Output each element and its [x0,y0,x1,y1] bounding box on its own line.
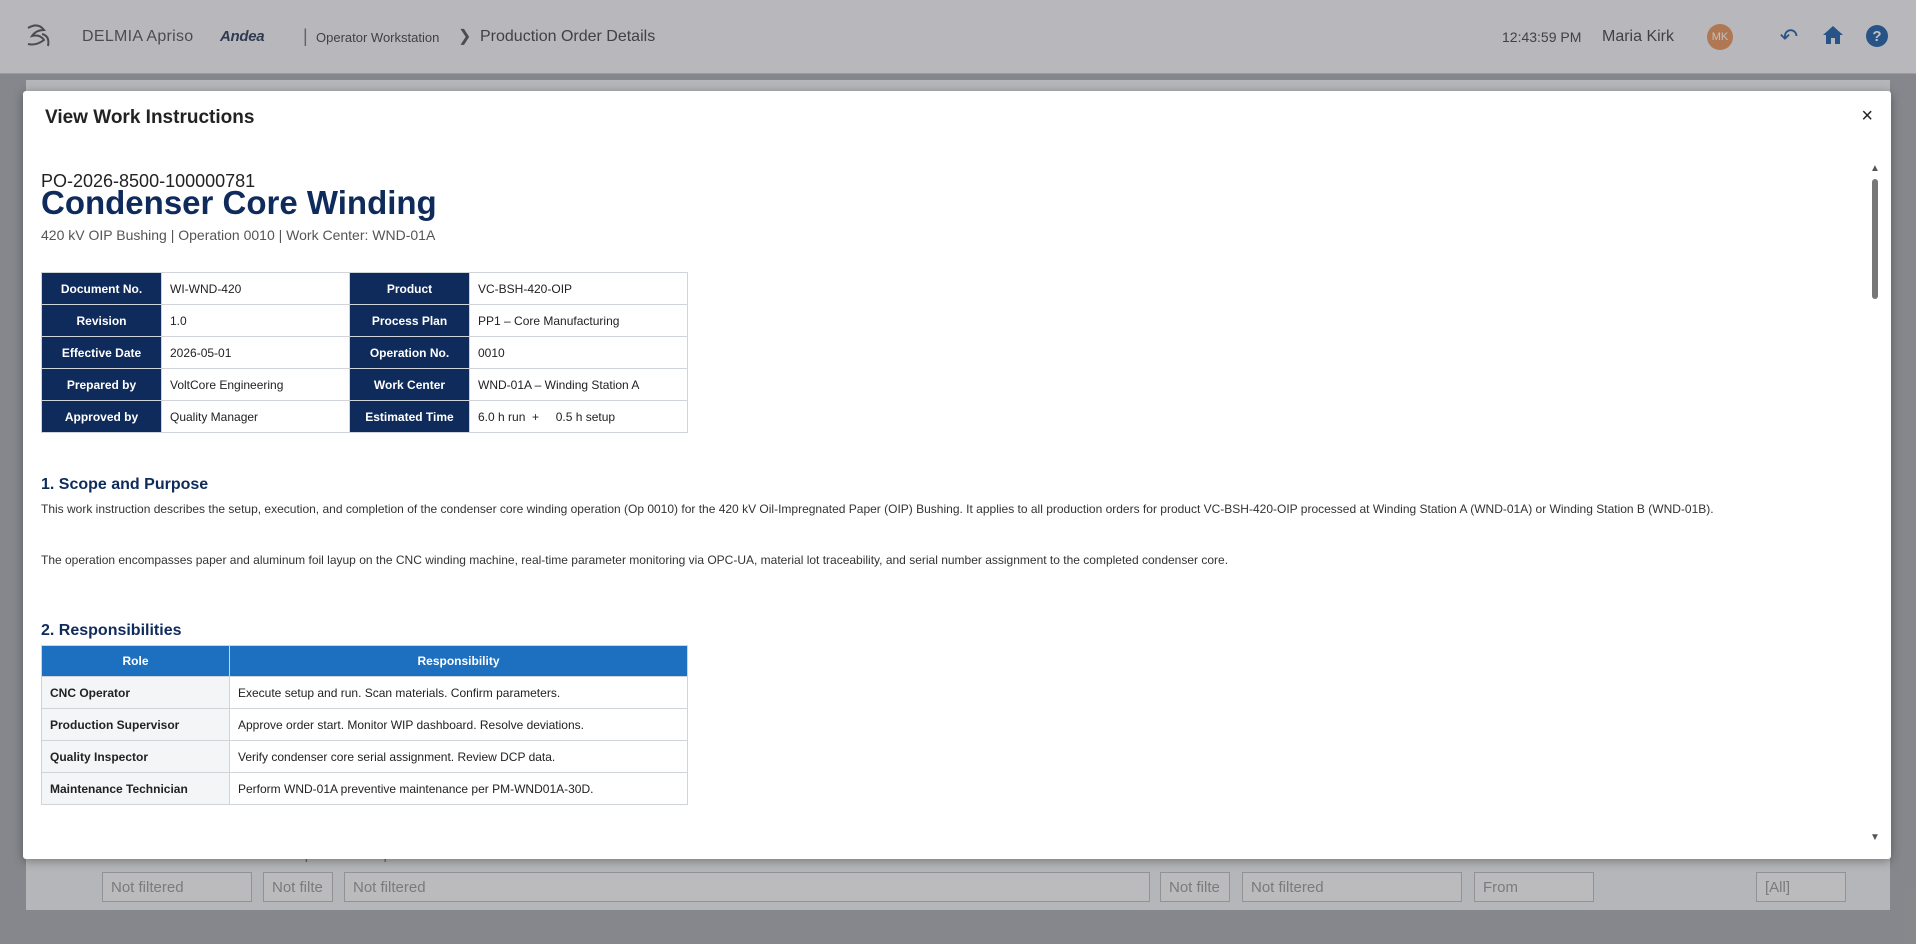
info-key: Operation No. [349,336,470,369]
table-row: Maintenance Technician Perform WND-01A p… [41,772,688,805]
info-value: VoltCore Engineering [161,368,350,401]
column-responsibility: Responsibility [229,645,688,677]
responsibilities-table: Role Responsibility CNC Operator Execute… [41,645,688,805]
info-key: Approved by [41,400,162,433]
column-role: Role [41,645,230,677]
info-key: Effective Date [41,336,162,369]
info-key: Estimated Time [349,400,470,433]
table-row: Production Supervisor Approve order star… [41,708,688,741]
info-value: PP1 – Core Manufacturing [469,304,688,337]
role-cell: CNC Operator [41,676,230,709]
info-key: Product [349,272,470,305]
info-key: Work Center [349,368,470,401]
responsibility-cell: Verify condenser core serial assignment.… [229,740,688,773]
document-viewer: PO-2026-8500-100000781 Condenser Core Wi… [41,159,1861,849]
section-heading-responsibilities: 2. Responsibilities [41,622,182,639]
responsibility-cell: Approve order start. Monitor WIP dashboa… [229,708,688,741]
section-heading-scope: 1. Scope and Purpose [41,476,209,493]
info-key: Process Plan [349,304,470,337]
document-subline: 420 kV OIP Bushing | Operation 0010 | Wo… [41,227,436,243]
table-header-row: Role Responsibility [41,645,688,677]
table-row: Quality Inspector Verify condenser core … [41,740,688,773]
scope-paragraph-2: The operation encompasses paper and alum… [41,553,1229,567]
info-value: 2026-05-01 [161,336,350,369]
info-key: Revision [41,304,162,337]
info-value: Quality Manager [161,400,350,433]
close-icon[interactable]: × [1861,105,1873,128]
responsibility-cell: Execute setup and run. Scan materials. C… [229,676,688,709]
role-cell: Production Supervisor [41,708,230,741]
info-value: VC-BSH-420-OIP [469,272,688,305]
role-cell: Maintenance Technician [41,772,230,805]
scrollbar[interactable]: ▲ ▼ [1869,163,1881,843]
info-value: 0010 [469,336,688,369]
scroll-down-icon[interactable]: ▼ [1870,832,1880,843]
document-info-table: Document No. WI-WND-420 Product VC-BSH-4… [41,272,688,433]
table-row: CNC Operator Execute setup and run. Scan… [41,676,688,709]
document-title: Condenser Core Winding [41,184,437,221]
info-key: Document No. [41,272,162,305]
table-row: Effective Date 2026-05-01 Operation No. … [41,336,688,369]
scope-paragraph-1: This work instruction describes the setu… [41,502,1714,516]
table-row: Document No. WI-WND-420 Product VC-BSH-4… [41,272,688,305]
info-value: 1.0 [161,304,350,337]
dialog-title: View Work Instructions [45,107,255,128]
info-key: Prepared by [41,368,162,401]
info-value: WND-01A – Winding Station A [469,368,688,401]
scroll-up-icon[interactable]: ▲ [1870,163,1880,174]
scroll-thumb[interactable] [1872,179,1878,299]
info-value: 6.0 h run + 0.5 h setup [469,400,688,433]
table-row: Prepared by VoltCore Engineering Work Ce… [41,368,688,401]
info-value: WI-WND-420 [161,272,350,305]
view-work-instructions-dialog: View Work Instructions × ▲ ▼ PO-2026-850… [23,91,1891,859]
responsibility-cell: Perform WND-01A preventive maintenance p… [229,772,688,805]
table-row: Revision 1.0 Process Plan PP1 – Core Man… [41,304,688,337]
role-cell: Quality Inspector [41,740,230,773]
table-row: Approved by Quality Manager Estimated Ti… [41,400,688,433]
